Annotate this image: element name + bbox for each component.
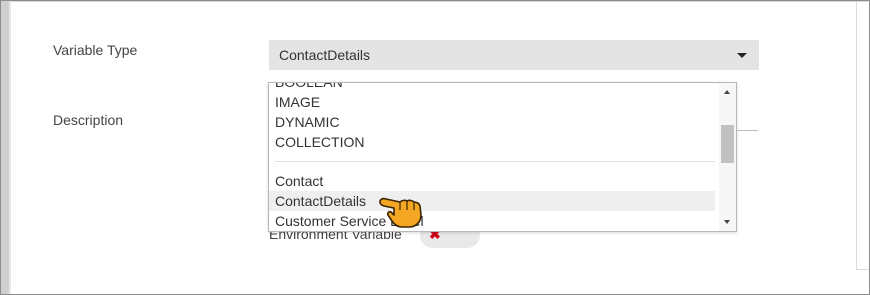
scrollbar-thumb[interactable] bbox=[721, 125, 734, 163]
dropdown-option-contact[interactable]: Contact bbox=[269, 171, 715, 191]
dropdown-option-image[interactable]: IMAGE bbox=[269, 92, 715, 112]
dropdown-option-contactdetails[interactable]: ContactDetails bbox=[269, 191, 715, 211]
dropdown-option-collection[interactable]: COLLECTION bbox=[269, 132, 715, 152]
dropdown-scrollbar[interactable] bbox=[719, 83, 736, 231]
variable-type-select-value: ContactDetails bbox=[279, 47, 371, 63]
variable-type-select[interactable]: ContactDetails bbox=[269, 40, 759, 70]
arrow-down-icon[interactable] bbox=[724, 220, 730, 224]
dropdown-option-boolean[interactable]: BOOLEAN bbox=[269, 83, 715, 92]
variable-type-label: Variable Type bbox=[53, 42, 138, 58]
dropdown-group-separator bbox=[275, 161, 715, 162]
arrow-up-icon[interactable] bbox=[724, 90, 730, 94]
description-input-underline[interactable] bbox=[736, 130, 758, 131]
variable-type-dropdown-list[interactable]: BOOLEAN IMAGE DYNAMIC COLLECTION Contact… bbox=[268, 82, 737, 232]
hand-pointer-icon bbox=[379, 197, 422, 228]
dropdown-option-customer-service-level[interactable]: Customer Service Level bbox=[269, 211, 715, 231]
dropdown-option-dynamic[interactable]: DYNAMIC bbox=[269, 112, 715, 132]
caret-down-icon[interactable] bbox=[737, 53, 747, 58]
description-label: Description bbox=[53, 112, 124, 128]
